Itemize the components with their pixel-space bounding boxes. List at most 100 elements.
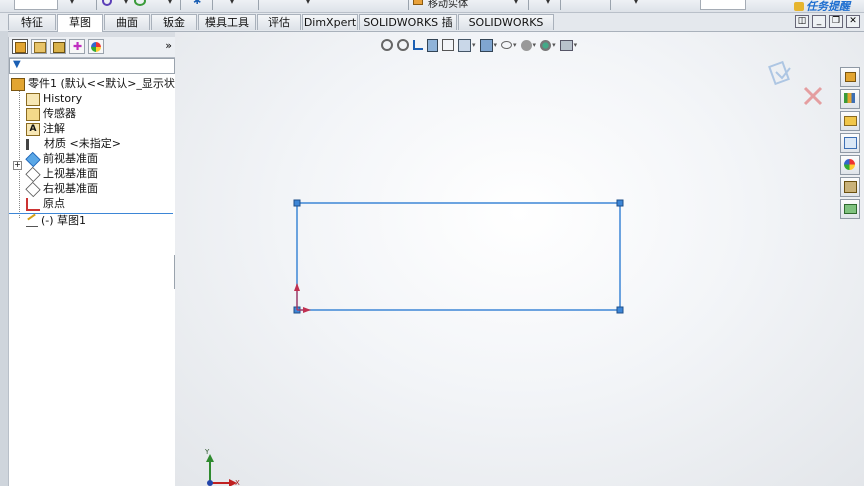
sketch-canvas[interactable]: Y X bbox=[175, 32, 864, 486]
appearances-tab[interactable] bbox=[840, 155, 860, 175]
plane-icon bbox=[25, 181, 41, 197]
chevron-down-icon[interactable]: ▾ bbox=[634, 0, 638, 6]
circle-tool-icon[interactable] bbox=[102, 0, 112, 6]
filter-icon: ▼ bbox=[13, 59, 21, 70]
dimxpert-manager-tab[interactable]: ✚ bbox=[69, 39, 85, 54]
point-tool-icon[interactable]: ✱ bbox=[193, 0, 201, 7]
sketch-icon bbox=[26, 213, 38, 227]
plane-icon bbox=[25, 166, 41, 182]
tab-sketch[interactable]: 草图 bbox=[57, 14, 103, 32]
feature-tree-filter[interactable]: ▼ bbox=[9, 58, 175, 74]
move-entity-icon bbox=[413, 0, 423, 5]
more-tabs-button[interactable]: » bbox=[165, 39, 172, 52]
design-library-tab[interactable] bbox=[840, 89, 860, 109]
task-icon bbox=[794, 1, 804, 11]
chevron-down-icon[interactable]: ▾ bbox=[70, 0, 74, 6]
history-icon bbox=[26, 92, 40, 106]
restore-icon[interactable]: ❐ bbox=[829, 15, 843, 28]
appearances-icon bbox=[844, 159, 855, 170]
tree-item-sensors[interactable]: 传感器 bbox=[26, 107, 76, 121]
property-manager-tab[interactable] bbox=[31, 39, 47, 54]
sensor-icon bbox=[26, 107, 40, 121]
toolbar-field[interactable] bbox=[700, 0, 746, 10]
tab-sheet-metal[interactable]: 钣金 bbox=[151, 14, 197, 30]
cancel-sketch-icon[interactable] bbox=[803, 86, 823, 106]
exit-sketch-icon[interactable] bbox=[768, 60, 791, 86]
view-palette-icon bbox=[844, 137, 857, 149]
tree-item-right-plane[interactable]: 右视基准面 bbox=[25, 181, 98, 197]
tree-item-front-plane[interactable]: 前视基准面 bbox=[25, 151, 98, 167]
tree-item-top-plane[interactable]: 上视基准面 bbox=[25, 166, 98, 182]
feature-tree-tab[interactable] bbox=[12, 39, 28, 54]
tree-item-label: History bbox=[43, 92, 83, 105]
folder-icon bbox=[844, 116, 857, 126]
tree-item-material[interactable]: 材质 <未指定> bbox=[26, 137, 121, 151]
tab-label: 钣金 bbox=[163, 16, 185, 29]
rectangle-outline[interactable] bbox=[296, 202, 621, 311]
tree-item-history[interactable]: History bbox=[26, 92, 82, 106]
chevron-down-icon[interactable]: ▾ bbox=[230, 0, 234, 6]
move-entity-button[interactable]: 移动实体 bbox=[428, 0, 468, 10]
close-icon[interactable]: ✕ bbox=[846, 15, 860, 28]
left-edge-panel bbox=[0, 31, 8, 486]
sketch-point[interactable] bbox=[293, 199, 301, 207]
dimxpert-icon: ✚ bbox=[73, 40, 83, 53]
view-palette-tab[interactable] bbox=[840, 133, 860, 153]
graphics-area[interactable]: ▾ ▾ ▾ ▾ ▾ ▾ Y X bbox=[175, 32, 864, 486]
reference-triad: Y X bbox=[204, 448, 240, 486]
chevron-down-icon[interactable]: ▾ bbox=[514, 0, 518, 6]
window-tile-icon[interactable]: ◫ bbox=[795, 15, 809, 28]
tab-mold-tools[interactable]: 模具工具 bbox=[198, 14, 256, 30]
minimize-icon[interactable]: _ bbox=[812, 15, 826, 28]
sketch-point[interactable] bbox=[616, 306, 624, 314]
tab-features[interactable]: 特征 bbox=[8, 14, 56, 30]
tree-item-label: (-) 草图1 bbox=[41, 214, 87, 227]
tree-item-label: 材质 <未指定> bbox=[44, 137, 121, 150]
tree-item-origin[interactable]: 原点 bbox=[26, 197, 65, 211]
tab-evaluate[interactable]: 评估 bbox=[257, 14, 301, 30]
chevron-down-icon[interactable]: ▾ bbox=[546, 0, 550, 6]
origin-icon bbox=[26, 197, 40, 211]
tree-item-sketch1[interactable]: (-) 草图1 bbox=[26, 213, 87, 228]
tree-root-label: 零件1 (默认<<默认>_显示状态 bbox=[28, 77, 186, 90]
tab-dimxpert[interactable]: DimXpert bbox=[302, 14, 358, 30]
property-manager-icon bbox=[34, 42, 46, 53]
tab-label: 评估 bbox=[268, 16, 290, 29]
tab-solidworks-mbd[interactable]: SOLIDWORKS MBD bbox=[458, 14, 554, 45]
tab-surfaces[interactable]: 曲面 bbox=[104, 14, 150, 30]
tree-item-label: 传感器 bbox=[43, 107, 76, 120]
tree-item-label: 上视基准面 bbox=[43, 167, 98, 180]
tab-solidworks-addins[interactable]: SOLIDWORKS 插件 bbox=[359, 14, 457, 45]
forum-icon bbox=[844, 204, 857, 214]
chevron-down-icon[interactable]: ▾ bbox=[168, 0, 172, 6]
sketch-origin-icon bbox=[294, 283, 311, 313]
display-manager-icon bbox=[91, 42, 101, 52]
tab-label: 模具工具 bbox=[205, 16, 249, 29]
task-reminder-area[interactable]: 任务提醒 bbox=[794, 0, 864, 14]
custom-properties-tab[interactable] bbox=[840, 177, 860, 197]
task-reminder-label[interactable]: 任务提醒 bbox=[806, 0, 850, 14]
material-icon bbox=[26, 138, 41, 150]
expand-annotations-button[interactable]: + bbox=[13, 161, 22, 170]
sketch-point[interactable] bbox=[616, 199, 624, 207]
solidworks-resources-tab[interactable] bbox=[840, 67, 860, 87]
tree-item-label: 前视基准面 bbox=[43, 152, 98, 165]
task-pane-tabs bbox=[840, 67, 860, 221]
chevron-down-icon[interactable]: ▾ bbox=[124, 0, 128, 6]
feature-manager-tabs: ✚ » bbox=[9, 37, 175, 58]
tab-label: 特征 bbox=[21, 16, 43, 29]
solidworks-forum-tab[interactable] bbox=[840, 199, 860, 219]
file-explorer-tab[interactable] bbox=[840, 111, 860, 131]
custom-properties-icon bbox=[844, 181, 857, 193]
sketch-rectangle[interactable] bbox=[293, 199, 624, 314]
toolbar-dropdown[interactable] bbox=[14, 0, 58, 10]
configuration-manager-tab[interactable] bbox=[50, 39, 66, 54]
tree-item-annotations[interactable]: A 注解 bbox=[26, 122, 65, 136]
tree-root-part[interactable]: 零件1 (默认<<默认>_显示状态 bbox=[11, 77, 186, 91]
annotation-icon: A bbox=[26, 122, 40, 136]
tab-label: 曲面 bbox=[116, 16, 138, 29]
display-manager-tab[interactable] bbox=[88, 39, 104, 54]
chevron-down-icon[interactable]: ▾ bbox=[306, 0, 310, 6]
arc-tool-icon[interactable] bbox=[134, 0, 146, 6]
triad-x-label: X bbox=[235, 479, 240, 486]
